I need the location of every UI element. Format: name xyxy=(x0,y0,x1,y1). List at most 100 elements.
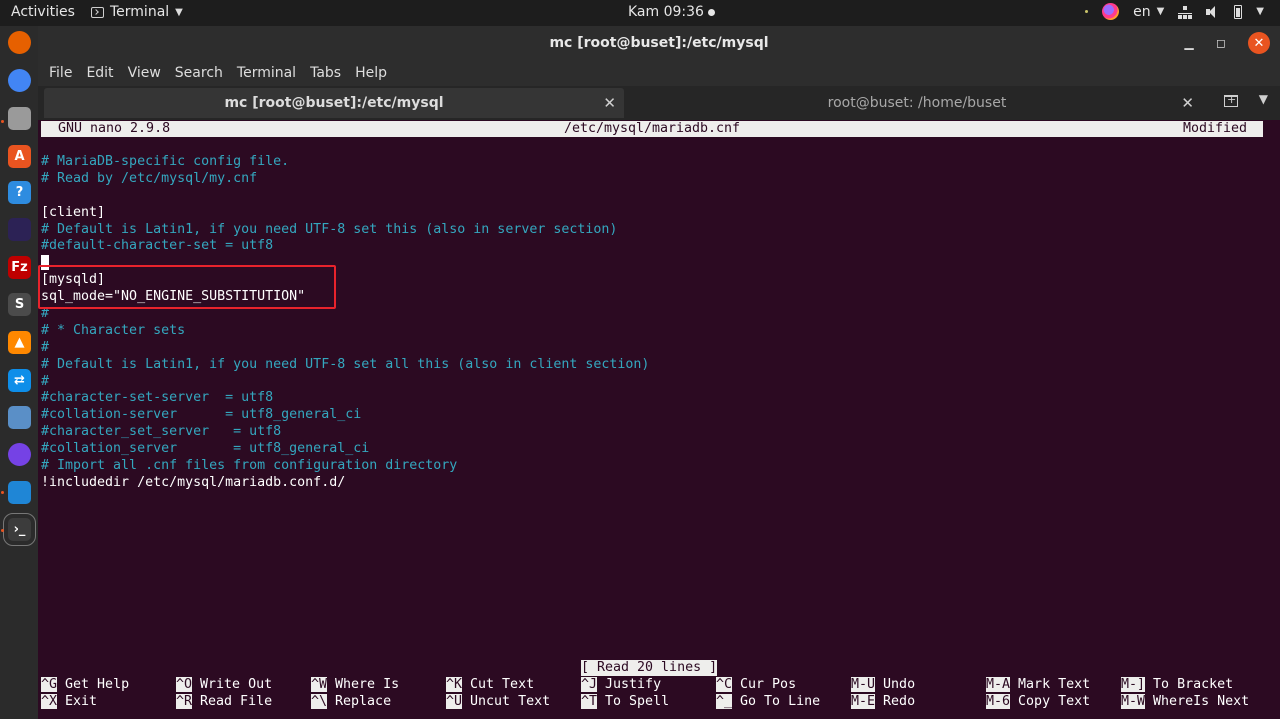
shortcut-item: M-] To Bracket xyxy=(1121,677,1233,694)
network-icon[interactable] xyxy=(1178,5,1193,19)
indicator-dot-icon xyxy=(1085,10,1089,13)
shortcut-item: ^\ Replace xyxy=(311,694,391,711)
nano-line: # Default is Latin1, if you need UTF-8 s… xyxy=(41,221,618,237)
nano-editor[interactable]: GNU nano 2.9.8 /etc/mysql/mariadb.cnf Mo… xyxy=(38,120,1265,719)
nano-line: # MariaDB-specific config file. xyxy=(41,154,290,169)
caret-down-icon: ▼ xyxy=(1156,6,1165,17)
shortcut-item: M-6 Copy Text xyxy=(986,694,1090,711)
firefox-dev-icon[interactable] xyxy=(8,443,31,466)
shortcut-label: To Bracket xyxy=(1153,677,1234,692)
shortcut-key: ^X xyxy=(41,694,58,709)
nano-line: !includedir /etc/mysql/mariadb.conf.d/ xyxy=(41,474,346,490)
system-tray: en ▼ ▼ xyxy=(1085,3,1264,20)
shortcut-label: To Spell xyxy=(605,694,670,709)
shortcut-key: ^G xyxy=(41,677,58,692)
clock-label: Kam 09:36 xyxy=(628,4,704,20)
maximize-button[interactable]: ◻ xyxy=(1210,32,1232,54)
vlc-icon[interactable]: ▲ xyxy=(8,331,31,354)
tab-menu-icon[interactable]: ▼ xyxy=(1259,92,1268,106)
filezilla-icon[interactable]: Fz xyxy=(8,256,31,279)
menu-terminal[interactable]: Terminal xyxy=(237,65,296,81)
terminal-icon[interactable]: ›_ xyxy=(3,513,36,546)
app-menu[interactable]: Terminal ▼ xyxy=(91,4,183,20)
eclipse-icon[interactable] xyxy=(8,218,31,241)
nano-line: # xyxy=(41,339,50,355)
new-tab-icon[interactable] xyxy=(1224,93,1238,107)
battery-icon[interactable] xyxy=(1234,4,1243,19)
close-window-button[interactable]: ✕ xyxy=(1248,32,1270,54)
shortcut-label: Get Help xyxy=(65,677,130,692)
shortcut-key: ^J xyxy=(581,677,598,692)
close-tab-icon[interactable]: ✕ xyxy=(603,94,616,112)
menu-view[interactable]: View xyxy=(128,65,161,81)
menu-tabs[interactable]: Tabs xyxy=(310,65,341,81)
nano-line: #character_set_server = utf8 xyxy=(41,424,282,440)
shortcut-label: Redo xyxy=(883,694,916,709)
shortcut-label: Undo xyxy=(883,677,916,692)
shortcut-label: Copy Text xyxy=(1018,694,1091,709)
shortcut-item: ^R Read File xyxy=(176,694,272,711)
shortcut-label: Exit xyxy=(65,694,98,709)
shortcut-item: ^_ Go To Line xyxy=(716,694,820,711)
activities-button[interactable]: Activities xyxy=(11,4,75,20)
dbeaver-icon[interactable] xyxy=(8,406,31,429)
terminal-window: mc [root@buset]:/etc/mysql ▁ ◻ ✕ File Edi… xyxy=(38,26,1280,719)
shortcut-label: Cur Pos xyxy=(740,677,797,692)
shortcut-label: Uncut Text xyxy=(470,694,551,709)
firefox-tray-icon[interactable] xyxy=(1102,3,1120,20)
input-source-menu[interactable]: en ▼ xyxy=(1133,4,1164,20)
menu-bar: File Edit View Search Terminal Tabs Help xyxy=(38,60,1280,86)
firefox-icon[interactable] xyxy=(8,31,31,54)
shortcut-key: M-A xyxy=(986,677,1011,692)
nano-line: # Import all .cnf files from configurati… xyxy=(41,458,458,474)
system-menu-caret-icon[interactable]: ▼ xyxy=(1256,6,1264,17)
software-center-icon[interactable]: A xyxy=(8,145,31,168)
volume-icon[interactable] xyxy=(1206,5,1220,18)
shortcut-item: ^O Write Out xyxy=(176,677,272,694)
shortcut-label: Write Out xyxy=(200,677,273,692)
window-titlebar[interactable]: mc [root@buset]:/etc/mysql ▁ ◻ ✕ xyxy=(38,26,1280,60)
caret-down-icon: ▼ xyxy=(175,6,183,18)
shortcut-item: M-U Undo xyxy=(851,677,915,694)
shortcut-key: ^_ xyxy=(716,694,733,709)
menu-file[interactable]: File xyxy=(49,65,72,81)
shortcut-item: ^X Exit xyxy=(41,694,97,711)
shortcut-label: Replace xyxy=(335,694,392,709)
nano-text-area[interactable]: # MariaDB-specific config file. # Read by… xyxy=(41,154,649,492)
nano-line: #default-character-set = utf8 xyxy=(41,238,274,254)
menu-search[interactable]: Search xyxy=(175,65,223,81)
shortcut-label: Cut Text xyxy=(470,677,535,692)
shortcut-key: ^\ xyxy=(311,694,328,709)
sublime-text-icon[interactable]: S xyxy=(8,293,31,316)
vscode-icon[interactable] xyxy=(8,481,31,504)
shortcut-key: ^C xyxy=(716,677,733,692)
nano-line: [client] xyxy=(41,204,106,220)
shortcut-key: M-U xyxy=(851,677,876,692)
menu-help[interactable]: Help xyxy=(355,65,387,81)
minimize-button[interactable]: ▁ xyxy=(1178,32,1200,54)
shortcut-item: ^G Get Help xyxy=(41,677,129,694)
close-tab-icon[interactable]: ✕ xyxy=(1181,94,1194,112)
shortcut-item: M-A Mark Text xyxy=(986,677,1090,694)
nano-line: # Default is Latin1, if you need UTF-8 s… xyxy=(41,356,650,372)
chrome-icon[interactable] xyxy=(8,69,31,92)
shortcut-key: ^U xyxy=(446,694,463,709)
shortcut-key: M-6 xyxy=(986,694,1011,709)
tab-mc[interactable]: mc [root@buset]:/etc/mysql ✕ xyxy=(44,88,624,118)
shortcut-key: ^R xyxy=(176,694,193,709)
menu-edit[interactable]: Edit xyxy=(86,65,113,81)
clock[interactable]: Kam 09:36 xyxy=(628,4,715,20)
tab-root-shell[interactable]: root@buset: /home/buset ✕ xyxy=(628,88,1206,118)
shortcut-label: Go To Line xyxy=(740,694,821,709)
running-indicator-icon xyxy=(1,491,4,494)
tab-label: root@buset: /home/buset xyxy=(827,95,1007,111)
tab-bar: mc [root@buset]:/etc/mysql ✕ root@buset:… xyxy=(38,86,1280,120)
nano-status-message: [ Read 20 lines ] xyxy=(581,660,718,676)
teamviewer-icon[interactable]: ⇄ xyxy=(8,369,31,392)
shortcut-item: ^T To Spell xyxy=(581,694,669,711)
shortcut-item: M-W WhereIs Next xyxy=(1121,694,1249,711)
files-icon[interactable] xyxy=(8,107,31,130)
help-icon[interactable]: ? xyxy=(8,181,31,204)
shortcut-label: WhereIs Next xyxy=(1153,694,1250,709)
top-bar: Activities Terminal ▼ Kam 09:36 en ▼ ▼ xyxy=(0,0,1280,26)
